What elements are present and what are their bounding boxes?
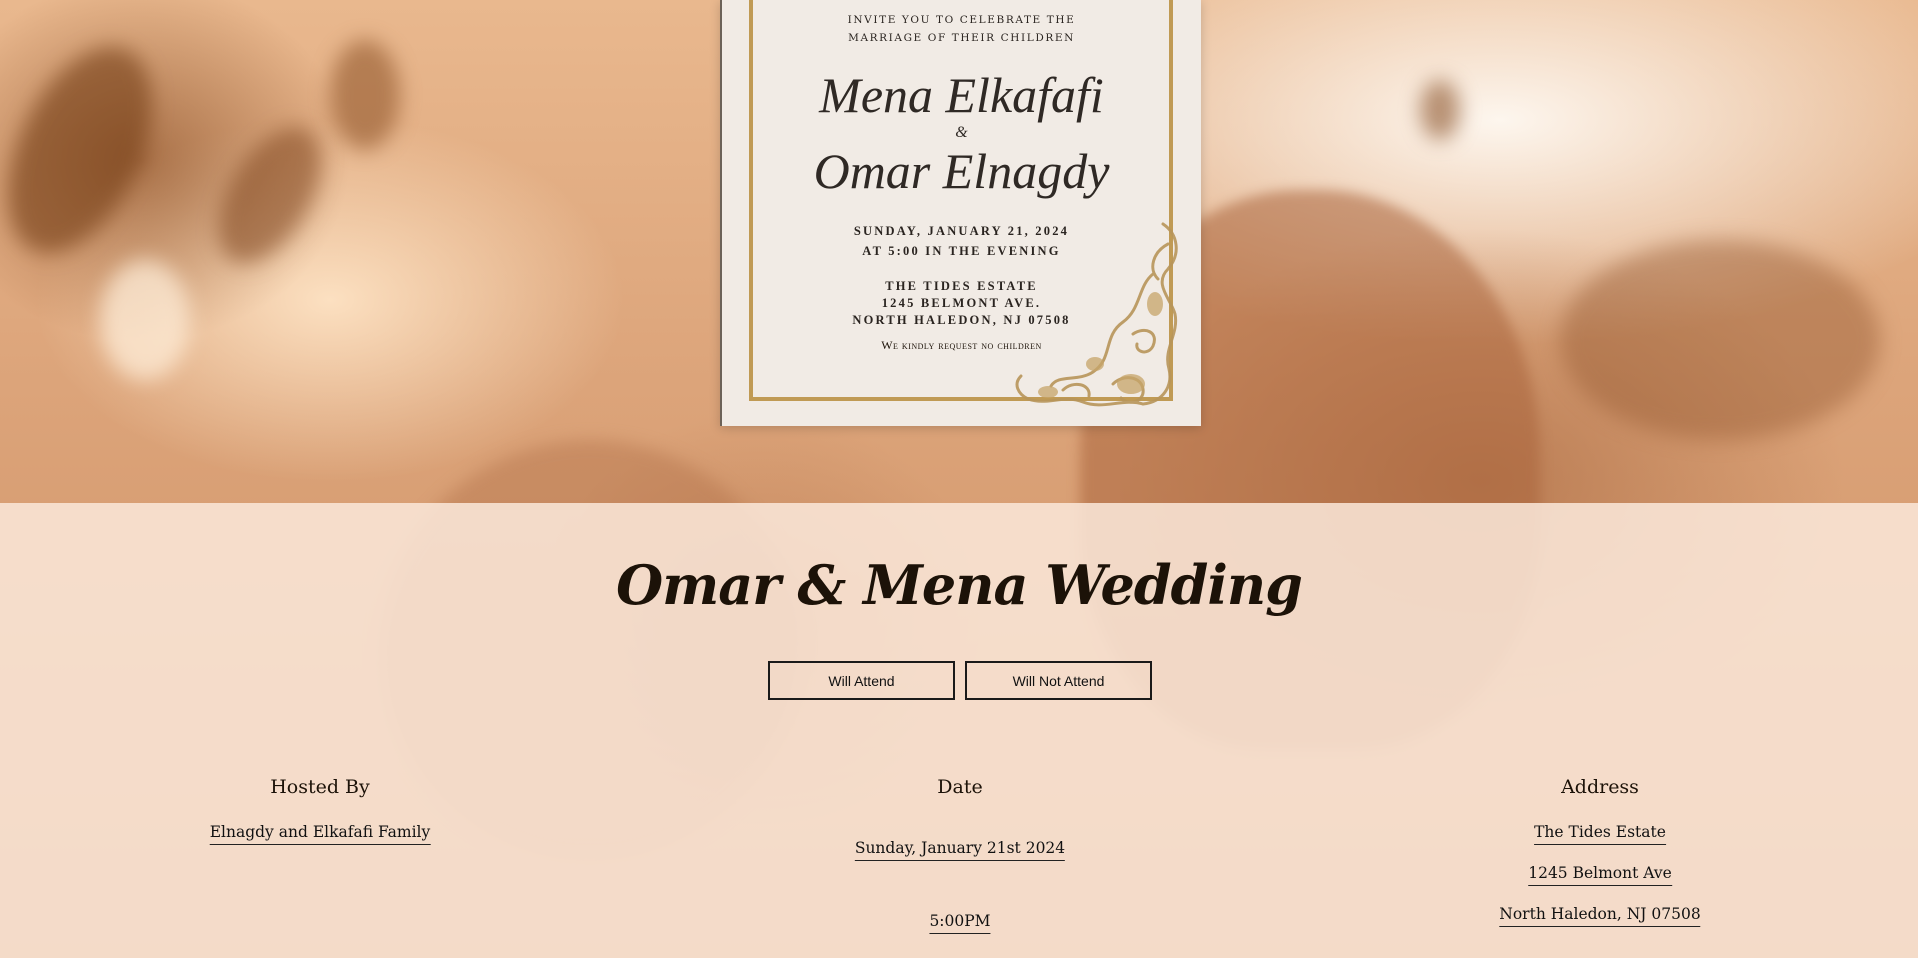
date-heading: Date [937,776,983,798]
page-title: Omar & Mena Wedding [616,553,1303,617]
invite-line-1: INVITE YOU TO CELEBRATE THE [847,14,1076,26]
date-day-value[interactable]: Sunday, January 21st 2024 [854,839,1066,861]
invite-ampersand: & [955,124,968,141]
address-heading: Address [1561,776,1639,798]
gold-filigree-ornament [1015,222,1178,407]
hosted-by-value[interactable]: Elnagdy and Elkafafi Family [209,823,431,845]
invite-line-2: MARRIAGE OF THEIR CHILDREN [848,32,1075,44]
address-street-value[interactable]: 1245 Belmont Ave [1528,864,1672,886]
invitation-card: INVITE YOU TO CELEBRATE THE MARRIAGE OF … [720,0,1201,426]
will-not-attend-button[interactable]: Will Not Attend [965,661,1152,700]
will-attend-button[interactable]: Will Attend [768,661,955,700]
address-venue-value[interactable]: The Tides Estate [1534,823,1666,845]
invite-name-2: Omar Elnagdy [813,143,1110,199]
address-city-value[interactable]: North Haledon, NJ 07508 [1499,905,1701,927]
invite-name-1: Mena Elkafafi [819,67,1104,123]
hosted-by-heading: Hosted By [270,776,370,798]
date-time-value[interactable]: 5:00PM [929,912,991,934]
